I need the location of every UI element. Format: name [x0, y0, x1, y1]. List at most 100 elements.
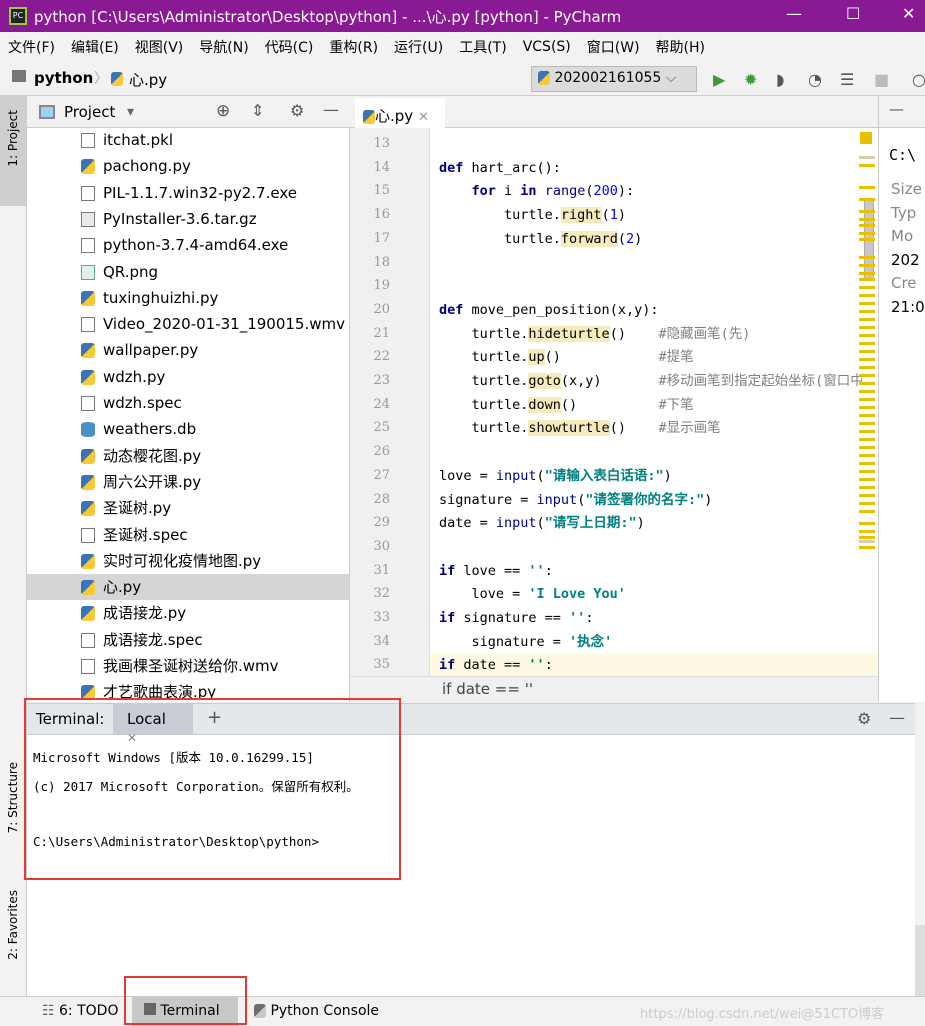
file-tree-item[interactable]: PyInstaller-3.6.tar.gz [27, 206, 349, 232]
warning-mark[interactable] [859, 478, 875, 481]
inspection-status-icon[interactable] [860, 132, 872, 144]
code-line[interactable]: turtle.down() #下笔 [439, 395, 694, 415]
warning-mark[interactable] [859, 224, 875, 227]
warning-mark[interactable] [859, 366, 875, 369]
code-line[interactable]: turtle.up() #提笔 [439, 347, 694, 367]
warning-mark[interactable] [859, 310, 875, 313]
gear-icon[interactable]: ⚙ [857, 709, 871, 728]
code-line[interactable]: love = input("请输入表白话语:") [439, 466, 672, 486]
error-stripe[interactable] [859, 156, 875, 676]
file-tree-item[interactable]: QR.png [27, 259, 349, 285]
structure-tool-button[interactable]: 7: Structure [6, 762, 20, 833]
warning-mark[interactable] [859, 302, 875, 305]
warning-mark[interactable] [859, 546, 875, 549]
file-tree-item[interactable]: weathers.db [27, 416, 349, 442]
file-tree-item[interactable]: 圣诞树.spec [27, 522, 349, 548]
warning-mark[interactable] [859, 318, 875, 321]
warning-mark[interactable] [859, 438, 875, 441]
editor-tab[interactable]: 心.py ✕ [355, 98, 445, 128]
menu-item[interactable]: 帮助(H) [656, 37, 705, 57]
warning-mark[interactable] [859, 462, 875, 465]
menu-item[interactable]: 重构(R) [329, 37, 378, 57]
menu-item[interactable]: 运行(U) [394, 37, 443, 57]
hide-icon[interactable]: — [323, 100, 339, 119]
code-line[interactable]: turtle.forward(2) [439, 229, 642, 249]
file-tree-item[interactable]: wallpaper.py [27, 337, 349, 363]
coverage-icon[interactable]: ◗ [776, 70, 784, 89]
code-line[interactable]: turtle.showturtle() #显示画笔 [439, 418, 721, 438]
chevron-down-icon[interactable]: ▾ [127, 104, 134, 120]
code-line[interactable]: for i in range(200): [439, 181, 635, 201]
close-tab-icon[interactable]: ✕ [418, 110, 429, 125]
menu-item[interactable]: 视图(V) [135, 37, 184, 57]
file-tree-item[interactable]: wdzh.spec [27, 390, 349, 416]
warning-mark[interactable] [859, 334, 875, 337]
hide-icon[interactable]: — [889, 708, 905, 727]
warning-mark[interactable] [859, 494, 875, 497]
search-icon[interactable]: ○ [912, 70, 925, 89]
profile-icon[interactable]: ◔ [808, 70, 822, 89]
favorites-tool-button[interactable]: 2: Favorites [6, 890, 20, 960]
warning-mark[interactable] [859, 186, 875, 189]
menu-item[interactable]: 窗口(W) [587, 37, 640, 57]
project-tool-button[interactable]: 1: Project [6, 110, 20, 167]
warning-mark[interactable] [859, 264, 875, 267]
hide-icon[interactable]: — [889, 100, 904, 118]
warning-mark[interactable] [859, 350, 875, 353]
python-console-tool-button[interactable]: Python Console [254, 1003, 379, 1019]
warning-mark[interactable] [859, 374, 875, 377]
file-tree-item[interactable]: wdzh.py [27, 364, 349, 390]
warning-mark[interactable] [859, 278, 875, 281]
warning-mark[interactable] [859, 164, 875, 167]
menu-item[interactable]: 代码(C) [265, 37, 314, 57]
code-line[interactable]: love = 'I Love You' [439, 584, 626, 604]
code-line[interactable]: def move_pen_position(x,y): [439, 300, 658, 320]
warning-mark[interactable] [859, 218, 875, 221]
file-tree-item[interactable]: pachong.py [27, 153, 349, 179]
code-line[interactable]: signature = '执念' [439, 632, 613, 652]
warning-mark[interactable] [859, 286, 875, 289]
menu-item[interactable]: 编辑(E) [71, 37, 119, 57]
warning-mark[interactable] [859, 406, 875, 409]
warning-mark[interactable] [859, 232, 875, 235]
file-tree-item[interactable]: Video_2020-01-31_190015.wmv [27, 311, 349, 337]
menu-item[interactable]: 文件(F) [8, 37, 55, 57]
file-tree-item[interactable]: 成语接龙.py [27, 600, 349, 626]
code-line[interactable]: def hart_arc(): [439, 158, 561, 178]
maximize-button[interactable]: ☐ [846, 4, 860, 23]
warning-mark[interactable] [859, 156, 875, 159]
menu-item[interactable]: 导航(N) [199, 37, 248, 57]
close-button[interactable]: ✕ [902, 4, 915, 23]
warning-mark[interactable] [859, 510, 875, 513]
stop-icon[interactable]: ■ [874, 70, 889, 89]
warning-mark[interactable] [859, 294, 875, 297]
debug-icon[interactable]: ✹ [744, 70, 757, 89]
warning-mark[interactable] [859, 486, 875, 489]
warning-mark[interactable] [859, 470, 875, 473]
code-area[interactable]: def hart_arc(): for i in range(200): tur… [350, 128, 862, 676]
warning-mark[interactable] [859, 198, 875, 201]
warning-mark[interactable] [859, 382, 875, 385]
warning-mark[interactable] [859, 210, 875, 213]
warning-mark[interactable] [859, 358, 875, 361]
minimize-button[interactable]: — [786, 4, 802, 23]
warning-mark[interactable] [859, 446, 875, 449]
warning-mark[interactable] [859, 430, 875, 433]
menu-item[interactable]: 工具(T) [459, 37, 506, 57]
concurrency-icon[interactable]: ☰ [840, 70, 854, 89]
code-line[interactable]: turtle.right(1) [439, 205, 626, 225]
warning-mark[interactable] [859, 502, 875, 505]
code-line[interactable]: turtle.hideturtle() #隐藏画笔(先) [439, 324, 750, 344]
file-tree-item[interactable]: 成语接龙.spec [27, 627, 349, 653]
run-configuration-select[interactable]: 202002161055 ⌵ [531, 66, 697, 92]
file-tree-item[interactable]: 周六公开课.py [27, 469, 349, 495]
file-tree-item[interactable]: python-3.7.4-amd64.exe [27, 232, 349, 258]
run-icon[interactable]: ▶ [713, 70, 725, 89]
file-tree-item[interactable]: 实时可视化疫情地图.py [27, 548, 349, 574]
code-line[interactable]: if date == '': [439, 655, 553, 675]
code-line[interactable]: date = input("请写上日期:") [439, 513, 645, 533]
warning-mark[interactable] [859, 398, 875, 401]
gear-icon[interactable]: ⚙ [290, 101, 304, 120]
warning-mark[interactable] [859, 422, 875, 425]
warning-mark[interactable] [859, 326, 875, 329]
